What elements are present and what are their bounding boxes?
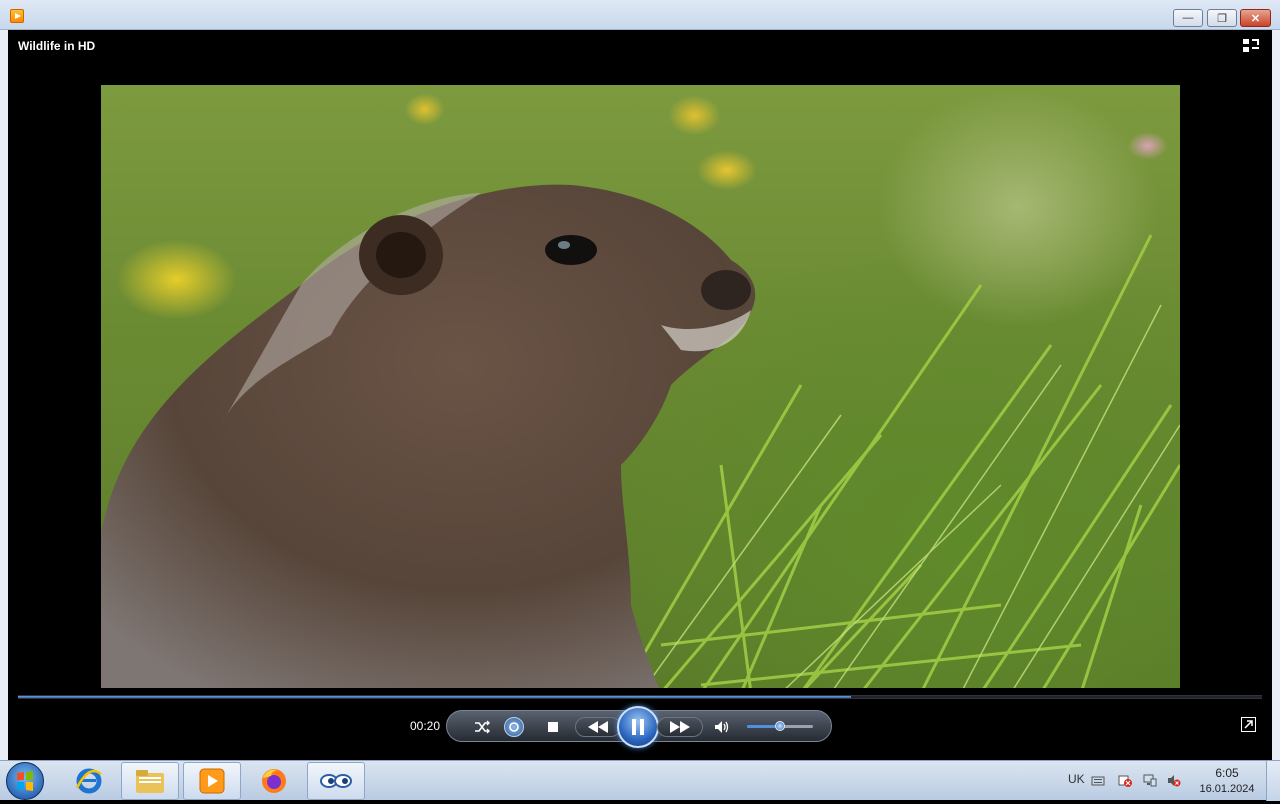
media-player-icon xyxy=(10,9,24,23)
pause-button[interactable] xyxy=(617,706,659,748)
video-frame[interactable] xyxy=(101,85,1180,693)
seek-progress xyxy=(18,696,852,698)
media-title: Wildlife in HD xyxy=(18,39,96,53)
previous-button[interactable] xyxy=(575,717,621,737)
keyboard-icon[interactable] xyxy=(1091,774,1105,787)
taskbar: UK 6:05 16.01.2024 xyxy=(0,760,1280,801)
taskbar-app-eyes[interactable] xyxy=(307,762,365,800)
stop-button[interactable] xyxy=(543,717,563,737)
windows-logo-icon xyxy=(17,771,33,791)
elapsed-time: 00:20 xyxy=(410,719,441,733)
fast-forward-icon xyxy=(670,721,690,733)
repeat-icon xyxy=(509,722,519,732)
speaker-icon xyxy=(715,721,729,733)
start-button[interactable] xyxy=(6,762,44,800)
stop-icon xyxy=(548,722,558,732)
volume-muted-icon[interactable] xyxy=(1167,774,1181,787)
switch-to-library-icon[interactable] xyxy=(1242,38,1260,54)
media-player-window: — ❐ ✕ Wildlife in HD 00:20 xyxy=(0,0,1280,760)
media-player-taskbar-icon xyxy=(199,768,225,794)
volume-slider[interactable] xyxy=(747,721,813,731)
control-bar xyxy=(446,706,832,748)
mute-button[interactable] xyxy=(712,717,732,737)
taskbar-windows-explorer[interactable] xyxy=(121,762,179,800)
taskbar-firefox[interactable] xyxy=(245,762,303,800)
internet-explorer-icon xyxy=(75,768,102,794)
folder-icon xyxy=(136,770,164,793)
clock-time[interactable]: 6:05 xyxy=(1200,766,1254,780)
transport-controls: 00:20 xyxy=(8,688,1272,760)
taskbar-windows-media-player[interactable] xyxy=(183,762,241,800)
maximize-button[interactable]: ❐ xyxy=(1207,9,1237,27)
network-icon[interactable] xyxy=(1143,774,1157,787)
video-area[interactable]: Wildlife in HD xyxy=(8,30,1272,760)
shuffle-icon xyxy=(475,720,490,734)
shuffle-button[interactable] xyxy=(472,717,492,737)
seek-bar[interactable] xyxy=(18,695,1262,699)
repeat-button[interactable] xyxy=(504,717,524,737)
language-indicator[interactable]: UK xyxy=(1068,772,1085,786)
volume-thumb[interactable] xyxy=(775,721,785,731)
pause-icon xyxy=(632,719,644,735)
firefox-icon xyxy=(262,769,286,793)
rewind-icon xyxy=(588,721,608,733)
marmot xyxy=(101,184,756,693)
taskbar-internet-explorer[interactable] xyxy=(60,762,118,800)
minimize-button[interactable]: — xyxy=(1173,9,1203,27)
action-center-warning-icon[interactable] xyxy=(1118,774,1132,787)
show-desktop-button[interactable] xyxy=(1266,761,1280,801)
eyes-icon xyxy=(320,774,352,788)
title-bar[interactable]: — ❐ ✕ xyxy=(0,0,1280,30)
fullscreen-button[interactable] xyxy=(1241,717,1256,732)
clock-date[interactable]: 16.01.2024 xyxy=(1196,783,1258,795)
next-button[interactable] xyxy=(657,717,703,737)
close-button[interactable]: ✕ xyxy=(1240,9,1271,27)
expand-icon xyxy=(1244,720,1253,729)
